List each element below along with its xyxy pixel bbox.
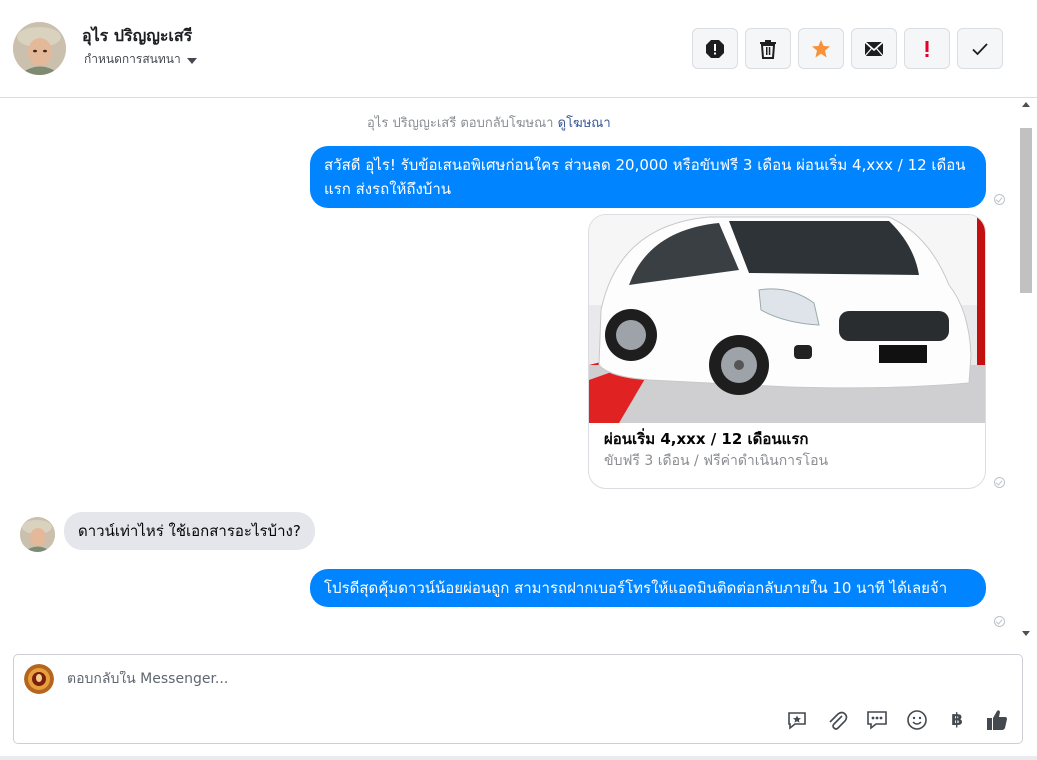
view-ad-link[interactable]: ดูโฆษณา [558, 116, 611, 131]
outgoing-message[interactable]: สวัสดี อุไร! รับข้อเสนอพิเศษก่อนใคร ส่วน… [310, 146, 986, 208]
quick-reply-button[interactable] [864, 707, 890, 733]
contact-name[interactable]: อุไร ปริญญะเสรี [82, 24, 192, 49]
outgoing-message[interactable]: โปรดีสุดคุ้มดาวน์น้อยผ่อนถูก สามารถฝากเบ… [310, 569, 986, 607]
car-image [589, 215, 985, 423]
seen-check-icon [994, 194, 1005, 205]
attachment-icon [829, 711, 848, 730]
contact-avatar-small [20, 517, 55, 552]
reply-composer: ฿ [13, 654, 1023, 744]
like-button[interactable] [984, 707, 1010, 733]
done-check-icon [972, 42, 988, 55]
important-icon [925, 40, 929, 57]
baht-icon: ฿ [951, 710, 963, 730]
quick-reply-icon [867, 711, 887, 730]
emoji-button[interactable] [904, 707, 930, 733]
trash-icon [760, 39, 776, 59]
message-thread[interactable]: อุไร ปริญญะเสรี ตอบกลับโฆษณา ดูโฆษณา สวั… [0, 98, 1037, 642]
assign-conversation-dropdown[interactable]: กำหนดการสนทนา [84, 50, 197, 69]
seen-check-icon [994, 477, 1005, 488]
star-icon [812, 39, 830, 57]
scroll-up-arrow[interactable] [1022, 102, 1030, 107]
reply-input[interactable] [67, 671, 767, 687]
ad-card-subtitle: ขับฟรี 3 เดือน / ฟรีค่าดำเนินการโอน [604, 453, 829, 469]
scrollbar-thumb[interactable] [1020, 128, 1032, 293]
attach-file-button[interactable] [824, 707, 850, 733]
emoji-icon [907, 710, 927, 730]
bottom-border [0, 756, 1037, 760]
composer-tools: ฿ [784, 707, 1010, 733]
page-avatar [24, 664, 54, 694]
ad-card-title: ผ่อนเริ่ม 4,xxx / 12 เดือนแรก [604, 430, 809, 448]
payment-button[interactable]: ฿ [944, 707, 970, 733]
assign-label: กำหนดการสนทนา [84, 52, 181, 66]
contact-avatar[interactable] [13, 22, 66, 75]
mark-unread-icon [864, 40, 884, 56]
ad-card-message[interactable]: ผ่อนเริ่ม 4,xxx / 12 เดือนแรก ขับฟรี 3 เ… [588, 214, 986, 489]
important-button[interactable] [904, 28, 950, 69]
delete-button[interactable] [745, 28, 791, 69]
seen-check-icon [994, 616, 1005, 627]
saved-reply-button[interactable] [784, 707, 810, 733]
incoming-message[interactable]: ดาวน์เท่าไหร่ ใช้เอกสารอะไรบ้าง? [64, 512, 315, 550]
ad-reply-notice: อุไร ปริญญะเสรี ตอบกลับโฆษณา ดูโฆษณา [367, 112, 611, 133]
conversation-header: อุไร ปริญญะเสรี กำหนดการสนทนา [0, 0, 1037, 98]
conversation-toolbar [692, 28, 1003, 69]
mark-unread-button[interactable] [851, 28, 897, 69]
scrollbar[interactable] [1020, 98, 1035, 642]
ad-reply-notice-text: อุไร ปริญญะเสรี ตอบกลับโฆษณา [367, 116, 554, 131]
scroll-down-arrow[interactable] [1022, 631, 1030, 636]
spam-button[interactable] [692, 28, 738, 69]
caret-down-icon [186, 57, 197, 64]
saved-reply-icon [788, 712, 806, 730]
thumbs-up-icon [987, 710, 1007, 730]
spam-icon [706, 39, 724, 58]
mark-done-button[interactable] [957, 28, 1003, 69]
star-button[interactable] [798, 28, 844, 69]
